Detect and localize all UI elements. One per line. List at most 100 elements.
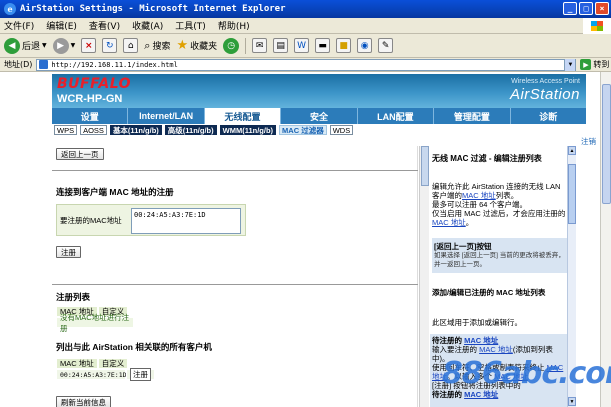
folder-icon[interactable]: ■	[336, 38, 352, 53]
back-arrow-icon: ◀	[4, 37, 20, 54]
menu-bar: 文件(F) 编辑(E) 查看(V) 收藏(A) 工具(T) 帮助(H)	[0, 18, 611, 34]
browser-toolbar: ◀ 后退 ▼ ▶ ▼ × ↻ ⌂ ⌕ 搜索 ★ 收藏夹 ◷ ✉ ▤ W ▬ ■ …	[0, 34, 611, 58]
window-title-bar[interactable]: e AirStation Settings - Microsoft Intern…	[0, 0, 611, 18]
client-list-table: MAC 地址 自定义 00:24:A5:A3:7E:1D 注册	[56, 358, 155, 381]
scroll-down-icon[interactable]: ▼	[568, 397, 576, 406]
clients-section-title: 列出与此 AirStation 相关联的所有客户机	[56, 342, 212, 352]
main-frame: 返回上一页 连接到客户端 MAC 地址的注册 要注册的MAC地址 00:24:A…	[52, 146, 418, 407]
list-section-title: 注册列表	[56, 292, 91, 302]
favorites-button[interactable]: ★ 收藏夹	[176, 38, 217, 53]
main-scrollbar[interactable]	[419, 146, 429, 407]
help-description: 编辑允许此 AirStation 连接的无线 LAN 客户端的MAC 地址列表。…	[432, 182, 566, 227]
scroll-thumb[interactable]	[421, 146, 429, 186]
tab-internet-lan[interactable]: Internet/LAN	[128, 108, 205, 124]
subtab-wmm[interactable]: WMM(11n/g/b)	[219, 125, 277, 135]
search-button[interactable]: ⌕ 搜索	[144, 39, 170, 53]
chevron-down-icon[interactable]: ▼	[564, 58, 576, 71]
mac-address-link[interactable]: MAC 地址	[464, 390, 498, 399]
table-row: 00:24:A5:A3:7E:1D 注册	[56, 368, 155, 381]
empty-list-message: 没有MAC地址进行注册	[56, 313, 134, 333]
menu-file[interactable]: 文件(F)	[4, 19, 34, 32]
minimize-button[interactable]: _	[563, 2, 577, 15]
divider	[52, 284, 418, 285]
client-mac-cell: 00:24:A5:A3:7E:1D	[56, 369, 127, 380]
stop-icon[interactable]: ×	[81, 38, 97, 53]
divider	[52, 170, 418, 171]
mac-address-textarea[interactable]: 00:24:A5:A3:7E:1D	[131, 208, 241, 234]
close-button[interactable]: ×	[595, 2, 609, 15]
mail-icon[interactable]: ✉	[252, 38, 268, 53]
help-edit-section: 添加/编辑已注册的 MAC 地址列表	[432, 288, 546, 297]
search-icon: ⌕	[144, 38, 151, 52]
window-title: AirStation Settings - Microsoft Internet…	[20, 4, 286, 14]
client-action-cell: 注册	[126, 368, 155, 381]
windows-logo-icon	[583, 18, 611, 34]
tab-wireless[interactable]: 无线配置	[204, 108, 282, 124]
menu-help[interactable]: 帮助(H)	[218, 19, 250, 32]
menu-view[interactable]: 查看(V)	[89, 19, 120, 32]
main-nav: 设置 Internet/LAN 无线配置 安全 LAN配置 管理配置 诊断	[52, 108, 586, 124]
address-label: 地址(D)	[4, 60, 33, 69]
discuss-icon[interactable]: ▬	[315, 38, 331, 53]
address-input[interactable]: http://192.168.11.1/index.html ▼	[36, 58, 577, 71]
forward-arrow-icon: ▶	[52, 37, 69, 54]
print-icon[interactable]: ▤	[273, 38, 289, 53]
mac-field-label: 要注册的MAC地址	[60, 216, 122, 225]
edit-icon[interactable]: W	[294, 38, 310, 53]
address-bar: 地址(D) http://192.168.11.1/index.html ▼ ▶…	[0, 58, 611, 72]
address-url: http://192.168.11.1/index.html	[51, 60, 178, 69]
registered-list-table: MAC 地址 自定义 没有MAC地址进行注册	[56, 306, 134, 333]
menu-edit[interactable]: 编辑(E)	[46, 19, 77, 32]
subtab-basic[interactable]: 基本(11n/g/b)	[109, 125, 162, 135]
history-icon[interactable]: ◷	[223, 37, 240, 54]
client-register-button[interactable]: 注册	[130, 368, 151, 381]
scroll-thumb[interactable]	[602, 84, 611, 204]
back-page-button[interactable]: 返回上一页	[56, 148, 104, 160]
back-button[interactable]: ◀ 后退 ▼	[4, 37, 47, 54]
subtab-wps[interactable]: WPS	[54, 125, 78, 135]
chevron-down-icon: ▼	[42, 42, 47, 49]
subtab-aoss[interactable]: AOSS	[80, 125, 107, 135]
go-button[interactable]: ▶ 转到	[580, 59, 609, 70]
scroll-thumb[interactable]	[568, 164, 576, 224]
col-header-mac: MAC 地址	[56, 358, 98, 369]
model-name: WCR-HP-GN	[57, 93, 123, 105]
tab-setup[interactable]: 设置	[52, 108, 129, 124]
chevron-down-icon: ▼	[70, 42, 76, 49]
product-tagline: Wireless Access Point	[511, 78, 580, 85]
refresh-info-button[interactable]: 刷新当前信息	[56, 396, 111, 407]
maximize-button[interactable]: □	[579, 2, 593, 15]
subtab-advanced[interactable]: 高级(11n/g/b)	[164, 125, 217, 135]
tab-lan-config[interactable]: LAN配置	[358, 108, 435, 124]
subtab-wds[interactable]: WDS	[329, 125, 354, 135]
logout-link[interactable]: 注销	[581, 136, 596, 147]
watermark: 886abc.com	[442, 356, 611, 391]
mac-address-link[interactable]: MAC 地址	[432, 218, 466, 227]
page-icon	[39, 60, 49, 69]
subtab-mac-filter[interactable]: MAC 过滤器	[279, 125, 327, 135]
register-button[interactable]: 注册	[56, 246, 81, 258]
refresh-icon[interactable]: ↻	[102, 38, 118, 53]
research-icon[interactable]: ✎	[378, 38, 394, 53]
register-section-title: 连接到客户端 MAC 地址的注册	[56, 187, 174, 197]
brand-logo: BUFFALO	[57, 76, 132, 92]
tab-diagnostics[interactable]: 诊断	[511, 108, 586, 124]
tab-admin[interactable]: 管理配置	[434, 108, 511, 124]
router-header: BUFFALO WCR-HP-GN Wireless Access Point …	[52, 74, 586, 108]
help-edit-desc: 此区域用于添加或编辑行。	[432, 318, 522, 327]
sub-nav: WPS AOSS 基本(11n/g/b) 高级(11n/g/b) WMM(11n…	[52, 124, 586, 136]
go-arrow-icon: ▶	[580, 59, 592, 70]
star-icon: ★	[176, 38, 189, 53]
col-header-custom: 自定义	[97, 358, 129, 369]
mac-address-link[interactable]: MAC 地址	[462, 191, 496, 200]
tab-security[interactable]: 安全	[281, 108, 358, 124]
menu-favorites[interactable]: 收藏(A)	[132, 19, 163, 32]
scroll-up-icon[interactable]: ▲	[568, 146, 576, 155]
mac-address-link[interactable]: MAC 地址	[464, 336, 498, 345]
messenger-icon[interactable]: ◉	[357, 38, 373, 53]
home-icon[interactable]: ⌂	[123, 38, 139, 53]
menu-tools[interactable]: 工具(T)	[175, 19, 206, 32]
help-back-section: [返回上一页]按钮 如果选择 [返回上一页] 当前的更改将被丢弃，并一返回上一页…	[432, 238, 568, 273]
forward-button[interactable]: ▶ ▼	[52, 37, 76, 54]
mac-address-link[interactable]: MAC 地址	[479, 345, 513, 354]
